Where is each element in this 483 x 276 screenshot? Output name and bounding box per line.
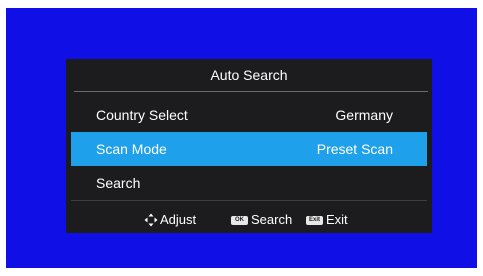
row-label: Country Select [96, 107, 188, 123]
hint-adjust: Adjust [144, 207, 196, 233]
title-divider [74, 91, 428, 92]
row-label: Scan Mode [96, 141, 167, 157]
hint-exit-label: Exit [326, 212, 348, 227]
hint-search-label: Search [251, 212, 293, 227]
hint-search: OK Search [231, 207, 292, 233]
exit-key-icon: Exit [306, 215, 323, 225]
dpad-icon [144, 213, 158, 227]
row-label: Search [96, 175, 141, 191]
row-value: Preset Scan [316, 141, 393, 157]
tv-screen: Auto Search Country Select Germany Scan … [6, 8, 477, 268]
dialog-title: Auto Search [210, 67, 288, 83]
row-value: Germany [335, 107, 393, 123]
footer-divider [71, 200, 427, 201]
menu-row-scan-mode[interactable]: Scan Mode Preset Scan [71, 132, 427, 166]
menu-row-country-select[interactable]: Country Select Germany [71, 98, 427, 132]
key-hint-bar: Adjust OK Search Exit Exit [66, 207, 432, 233]
hint-adjust-label: Adjust [160, 212, 197, 227]
ok-key-icon: OK [231, 215, 248, 225]
menu-row-search[interactable]: Search [71, 166, 427, 200]
hint-exit: Exit Exit [306, 207, 348, 233]
auto-search-dialog: Auto Search Country Select Germany Scan … [66, 59, 432, 233]
